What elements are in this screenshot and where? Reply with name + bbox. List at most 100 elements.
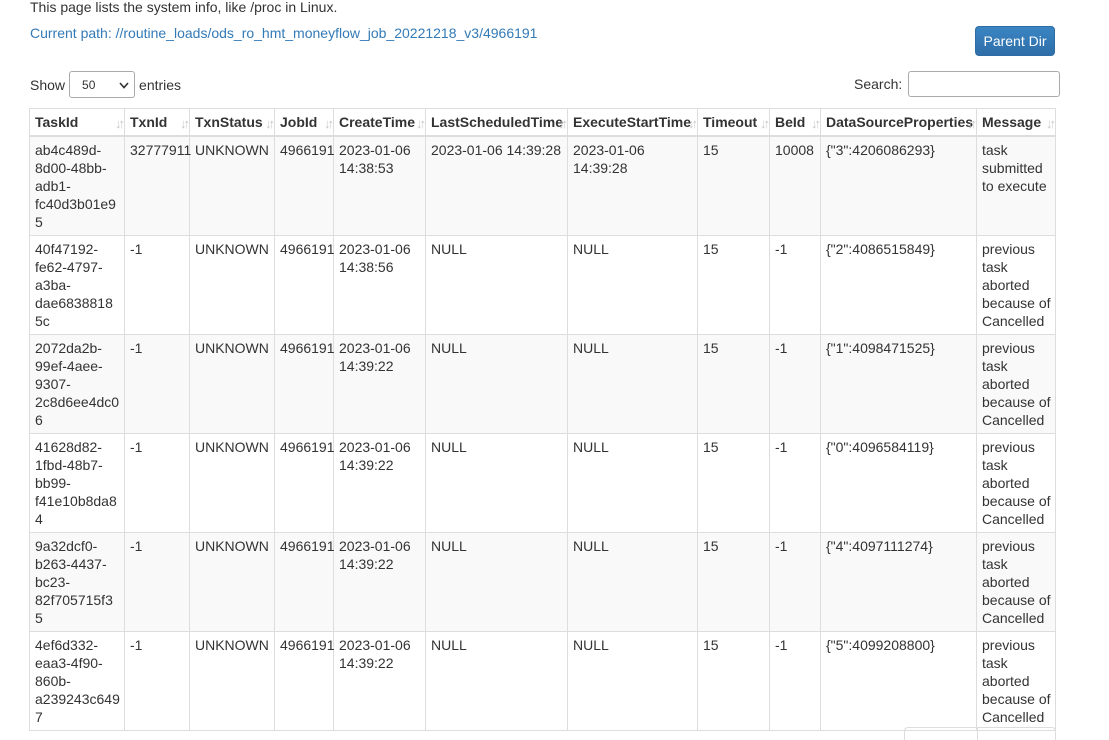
cell-job-id: 4966191 [274,532,335,632]
cell-task-id: 4ef6d332-eaa3-4f90-860b-a239243c6497 [29,631,125,731]
search-control: Search: [854,71,1061,97]
cell-txn-status: UNKNOWN [189,235,275,335]
cell-task-id: 9a32dcf0-b263-4437-bc23-82f705715f35 [29,532,125,632]
cell-execute-start-time: NULL [567,532,698,632]
column-header-executestarttime[interactable]: ExecuteStartTime ↓↑ [567,108,698,137]
column-header-lastscheduledtime[interactable]: LastScheduledTime ↓↑ [425,108,568,137]
cell-txn-status: UNKNOWN [189,532,275,632]
table-row: 40f47192-fe62-4797-a3ba-dae68388185c -1 UN… [29,235,1056,335]
cell-data-source-properties: {"4":4097111274} [820,532,977,632]
column-header-label: Timeout [703,114,758,130]
cell-txn-status: UNKNOWN [189,334,275,434]
cell-last-scheduled-time: NULL [425,433,568,533]
table-row: 41628d82-1fbd-48b7-bb99-f41e10b8da84 -1 UN… [29,433,1056,533]
sort-both-icon: ↓↑ [324,116,334,131]
search-input[interactable] [908,71,1061,97]
column-header-txnstatus[interactable]: TxnStatus ↓↑ [189,108,275,137]
sort-both-icon: ↓↑ [1046,116,1056,131]
column-header-message[interactable]: Message ↓↑ [976,108,1056,137]
sort-both-icon: ↓↑ [811,116,821,131]
sort-both-icon: ↓↑ [180,116,190,131]
cell-job-id: 4966191 [274,135,335,236]
cell-data-source-properties: {"0":4096584119} [820,433,977,533]
cell-be-id: 10008 [769,135,821,236]
table-row: 4ef6d332-eaa3-4f90-860b-a239243c6497 -1 UN… [29,631,1056,731]
cell-be-id: -1 [769,433,821,533]
cell-timeout: 15 [697,532,770,632]
column-header-txnid[interactable]: TxnId ↓↑ [124,108,190,137]
cell-message: previous task aborted because of Cancell… [976,532,1056,632]
cell-task-id: 2072da2b-99ef-4aee-9307-2c8d6ee4dc06 [29,334,125,434]
sort-both-icon: ↓↑ [265,116,275,131]
cell-txn-status: UNKNOWN [189,433,275,533]
entries-label: entries [139,76,182,93]
cell-task-id: 40f47192-fe62-4797-a3ba-dae68388185c [29,235,125,335]
cell-txn-id: 32777911 [124,135,191,236]
cell-job-id: 4966191 [274,334,335,434]
cell-execute-start-time: NULL [567,433,698,533]
column-header-label: LastScheduledTime [431,114,564,130]
cell-execute-start-time: NULL [567,334,698,434]
cell-timeout: 15 [697,631,770,731]
column-header-label: Message [982,114,1042,130]
cell-data-source-properties: {"1":4098471525} [820,334,977,434]
pagination[interactable] [904,727,1056,740]
column-header-taskid[interactable]: TaskId ↓↑ [29,108,125,137]
cell-job-id: 4966191 [274,235,335,335]
cell-txn-id: -1 [124,631,190,731]
cell-last-scheduled-time: NULL [425,631,568,731]
cell-be-id: -1 [769,631,821,731]
show-label: Show [30,76,66,93]
cell-timeout: 15 [697,135,770,236]
column-header-label: ExecuteStartTime [573,114,692,130]
cell-last-scheduled-time: NULL [425,532,568,632]
entries-select-value: 50 [82,77,96,92]
sort-both-icon: ↓↑ [967,116,977,131]
cell-execute-start-time: NULL [567,631,698,731]
tasks-table: TaskId ↓↑ TxnId ↓↑ TxnStatus ↓↑ JobId ↓↑ CreateT… [29,108,1056,731]
column-header-jobid[interactable]: JobId ↓↑ [274,108,334,137]
column-header-label: JobId [280,114,318,130]
table-row: 2072da2b-99ef-4aee-9307-2c8d6ee4dc06 -1 UN… [29,334,1056,434]
column-header-beid[interactable]: BeId ↓↑ [769,108,821,137]
cell-message: task submitted to execute [976,135,1056,236]
cell-txn-id: -1 [124,433,190,533]
cell-message: previous task aborted because of Cancell… [976,433,1056,533]
column-header-createtime[interactable]: CreateTime ↓↑ [333,108,426,137]
column-header-label: TaskId [35,114,79,130]
cell-txn-id: -1 [124,235,190,335]
cell-last-scheduled-time: 2023-01-06 14:39:28 [425,135,568,236]
cell-data-source-properties: {"3":4206086293} [820,135,977,236]
cell-txn-id: -1 [124,334,190,434]
search-label: Search: [854,76,903,92]
cell-task-id: ab4c489d-8d00-48bb-adb1-fc40d3b01e95 [29,135,125,236]
current-path: Current path: //routine_loads/ods_ro_hmt… [30,25,538,41]
cell-create-time: 2023-01-06 14:39:22 [333,334,426,434]
cell-execute-start-time: 2023-01-06 14:39:28 [567,135,698,236]
table-row: 9a32dcf0-b263-4437-bc23-82f705715f35 -1 UN… [29,532,1056,632]
cell-timeout: 15 [697,235,770,335]
parent-dir-button[interactable]: Parent Dir [975,26,1055,56]
cell-message: previous task aborted because of Cancell… [976,631,1056,731]
cell-txn-status: UNKNOWN [189,135,275,236]
cell-txn-status: UNKNOWN [189,631,275,731]
cell-last-scheduled-time: NULL [425,334,568,434]
sort-both-icon: ↓↑ [115,116,125,131]
length-control: Show 50 entries [30,71,181,98]
table-body: ab4c489d-8d00-48bb-adb1-fc40d3b01e95 3277… [29,135,1056,731]
cell-message: previous task aborted because of Cancell… [976,334,1056,434]
column-header-datasourceproperties[interactable]: DataSourceProperties ↓↑ [820,108,977,137]
column-header-label: DataSourceProperties [826,114,974,130]
cell-create-time: 2023-01-06 14:39:22 [333,631,426,731]
cell-timeout: 15 [697,433,770,533]
column-header-label: CreateTime [339,114,416,130]
entries-select[interactable]: 50 [69,71,136,98]
sort-both-icon: ↓↑ [688,116,698,131]
cell-txn-id: -1 [124,532,190,632]
sort-both-icon: ↓↑ [760,116,770,131]
column-header-label: TxnStatus [195,114,263,130]
cell-job-id: 4966191 [274,433,335,533]
table-row: ab4c489d-8d00-48bb-adb1-fc40d3b01e95 3277… [29,135,1056,236]
column-header-label: TxnId [130,114,168,130]
column-header-timeout[interactable]: Timeout ↓↑ [697,108,770,137]
